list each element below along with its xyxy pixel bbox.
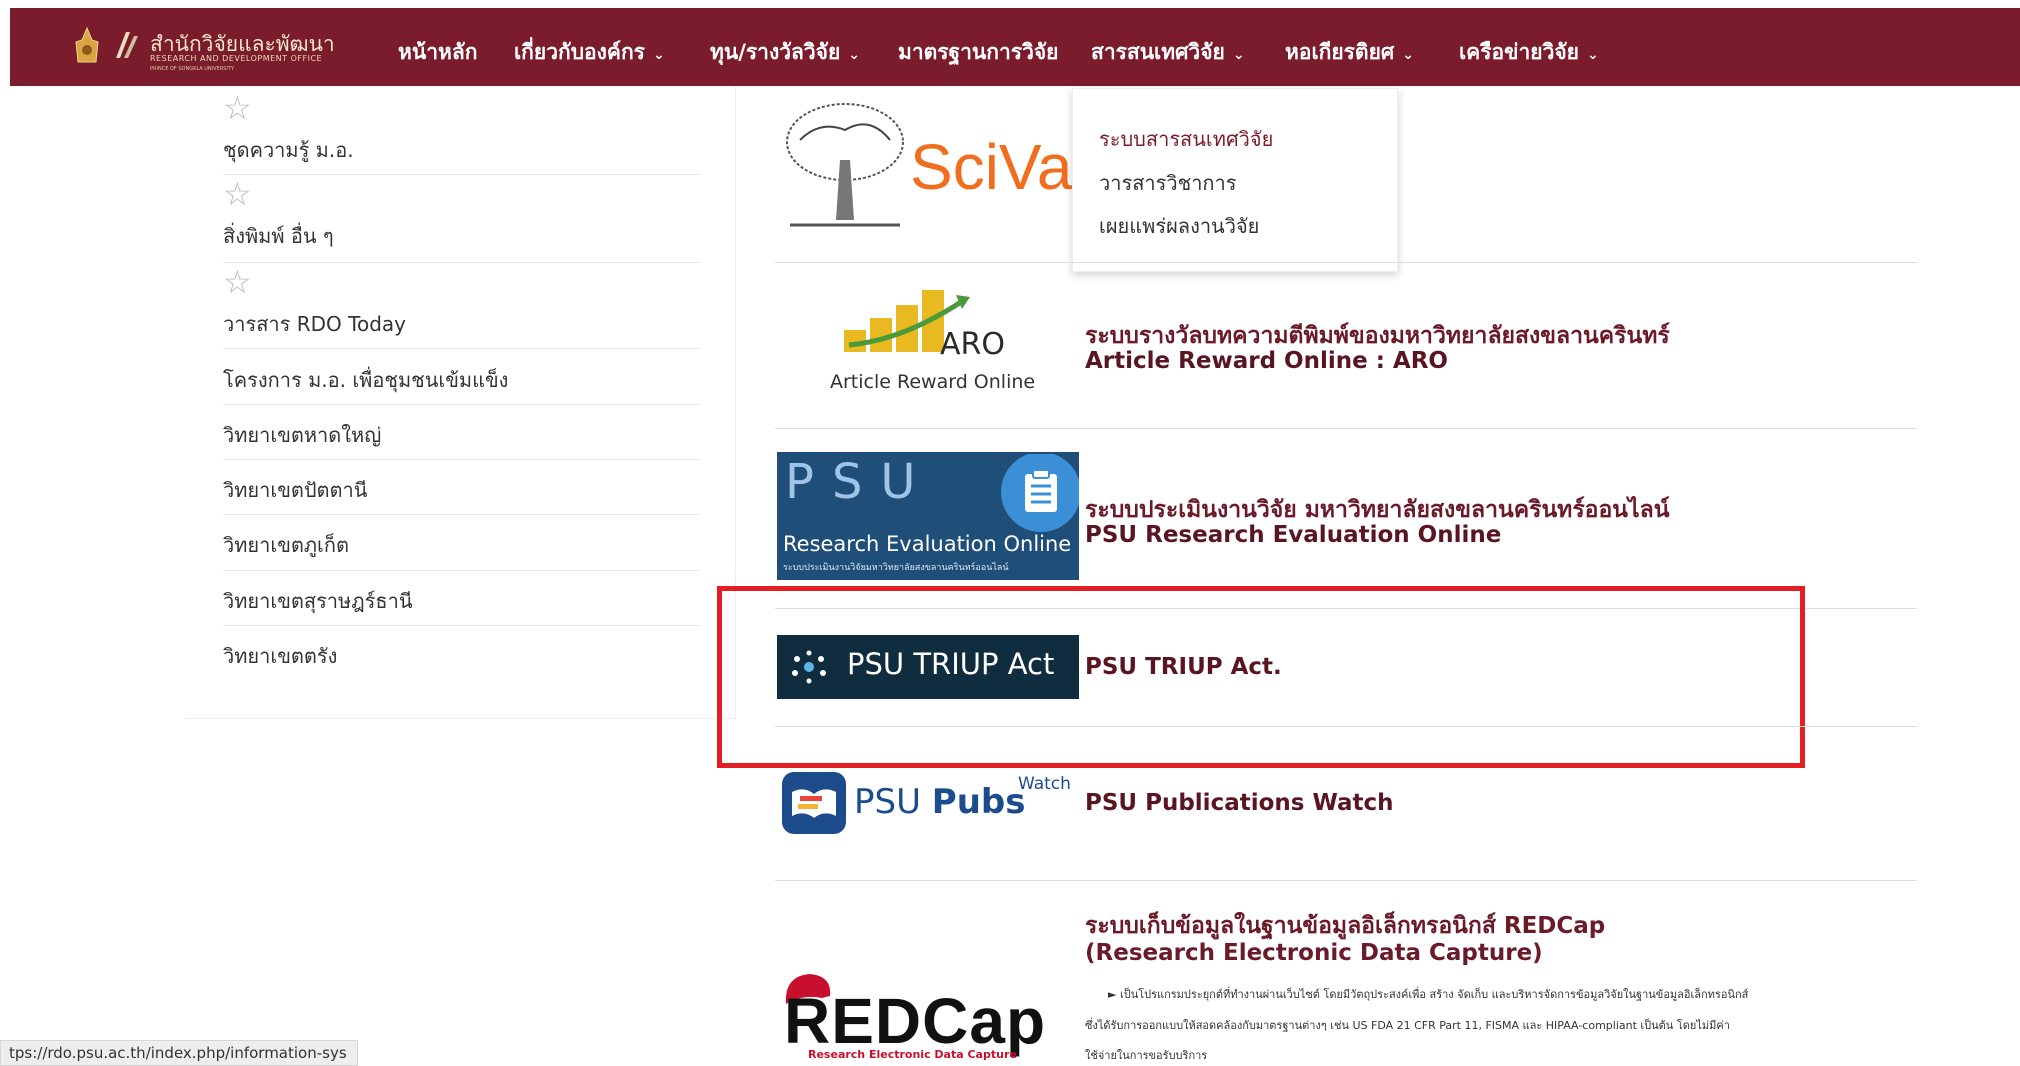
divider bbox=[223, 625, 699, 626]
dropdown-item-journals[interactable]: วารสารวิชาการ bbox=[1099, 167, 1237, 199]
university-emblem-icon bbox=[75, 26, 99, 63]
sidebar-item[interactable]: ชุดความรู้ ม.อ. bbox=[223, 134, 354, 166]
status-bar-url: tps://rdo.psu.ac.th/index.php/informatio… bbox=[0, 1040, 358, 1066]
redcap-description: ใช้จ่ายในการขอรับบริการ bbox=[1085, 1049, 1208, 1062]
nav-research-network[interactable]: เครือข่ายวิจัย ⌄ bbox=[1459, 36, 1599, 69]
divider bbox=[223, 570, 699, 571]
sidebar-item[interactable]: วิทยาเขตหาดใหญ่ bbox=[223, 419, 381, 451]
nav-research-info[interactable]: สารสนเทศวิจัย ⌄ bbox=[1091, 36, 1245, 69]
sidebar-item[interactable]: วิทยาเขตภูเก็ต bbox=[223, 529, 349, 561]
sidebar-item[interactable]: วิทยาเขตสุราษฎร์ธานี bbox=[223, 585, 413, 617]
dropdown-item-publish-research[interactable]: เผยแพร่ผลงานวิจัย bbox=[1099, 210, 1259, 242]
nav-hall-of-fame[interactable]: หอเกียรติยศ ⌄ bbox=[1285, 36, 1414, 69]
redcap-description: ► เป็นโปรแกรมประยุกต์ที่ทำงานผ่านเว็บไซต… bbox=[1108, 988, 1749, 1001]
scival-logo[interactable]: SciVal bbox=[780, 100, 1087, 235]
divider bbox=[775, 428, 1917, 429]
site-subtitle: RESEARCH AND DEVELOPMENT OFFICE bbox=[150, 54, 323, 63]
highlight-box bbox=[717, 586, 1805, 768]
site-logo[interactable]: สำนักวิจัยและพัฒนา RESEARCH AND DEVELOPM… bbox=[72, 20, 335, 72]
divider bbox=[775, 880, 1917, 881]
sidebar-item[interactable]: สิ่งพิมพ์ อื่น ๆ bbox=[223, 220, 334, 252]
divider bbox=[775, 726, 1917, 727]
nav-about[interactable]: เกี่ยวกับองค์กร ⌄ bbox=[514, 36, 665, 69]
redcap-logo[interactable]: REDCap Research Electronic Data Capture bbox=[780, 970, 1080, 1065]
divider bbox=[223, 262, 699, 263]
chevron-down-icon: ⌄ bbox=[848, 47, 860, 63]
sidebar-item[interactable]: วิทยาเขตตรัง bbox=[223, 640, 337, 672]
open-book-icon bbox=[782, 772, 846, 834]
sidebar: ☆ ชุดความรู้ ม.อ. ☆ สิ่งพิมพ์ อื่น ๆ ☆ ว… bbox=[185, 86, 736, 719]
research-info-dropdown: ระบบสารสนเทศวิจัย วารสารวิชาการ เผยแพร่ผ… bbox=[1072, 88, 1398, 272]
divider bbox=[223, 459, 699, 460]
sidebar-item[interactable]: โครงการ ม.อ. เพื่อชุมชนเข้มแข็ง bbox=[223, 364, 508, 396]
psu-research-evaluation-logo[interactable]: PSU Research Evaluation Online ระบบประเม… bbox=[777, 452, 1079, 580]
psu-pubs-watch-logo[interactable]: PSU Pubs Watch bbox=[782, 770, 1082, 834]
redcap-title-en[interactable]: (Research Electronic Data Capture) bbox=[1085, 940, 1543, 966]
star-icon: ☆ bbox=[223, 175, 252, 213]
chevron-down-icon: ⌄ bbox=[652, 47, 665, 63]
top-navbar: สำนักวิจัยและพัฒนา RESEARCH AND DEVELOPM… bbox=[10, 8, 2020, 86]
star-icon: ☆ bbox=[223, 89, 252, 127]
chevron-down-icon: ⌄ bbox=[1402, 47, 1414, 63]
nav-home[interactable]: หน้าหลัก bbox=[398, 36, 477, 69]
redcap-title-th[interactable]: ระบบเก็บข้อมูลในฐานข้อมูลอิเล็กทรอนิกส์ … bbox=[1085, 908, 1605, 944]
aro-title-en[interactable]: Article Reward Online : ARO bbox=[1085, 348, 1448, 374]
nav-grants[interactable]: ทุน/รางวัลวิจัย ⌄ bbox=[710, 36, 860, 69]
divider bbox=[775, 262, 1917, 263]
star-icon: ☆ bbox=[223, 263, 252, 301]
tree-icon bbox=[786, 103, 904, 227]
chevron-down-icon: ⌄ bbox=[1586, 47, 1599, 63]
psu-pubs-title[interactable]: PSU Publications Watch bbox=[1085, 790, 1394, 816]
rdo-mark-icon bbox=[116, 32, 138, 58]
redcap-description: ซึ่งได้รับการออกแบบให้สอดคล้องกับมาตรฐาน… bbox=[1085, 1019, 1730, 1032]
aro-logo[interactable]: ARO Article Reward Online bbox=[820, 285, 1040, 400]
divider bbox=[223, 348, 699, 349]
divider bbox=[223, 404, 699, 405]
dropdown-item-research-info-system[interactable]: ระบบสารสนเทศวิจัย bbox=[1099, 123, 1273, 155]
psu-eval-title-en[interactable]: PSU Research Evaluation Online bbox=[1085, 522, 1501, 548]
nav-standards[interactable]: มาตรฐานการวิจัย bbox=[898, 36, 1058, 69]
site-subtitle-2: PRINCE OF SONGKLA UNIVERSITY bbox=[150, 66, 234, 72]
sidebar-item[interactable]: วารสาร RDO Today bbox=[223, 308, 406, 340]
sidebar-item[interactable]: วิทยาเขตปัตตานี bbox=[223, 474, 367, 506]
divider bbox=[223, 514, 699, 515]
divider bbox=[223, 174, 699, 175]
chevron-down-icon: ⌄ bbox=[1232, 47, 1245, 63]
clipboard-icon bbox=[1001, 454, 1079, 532]
